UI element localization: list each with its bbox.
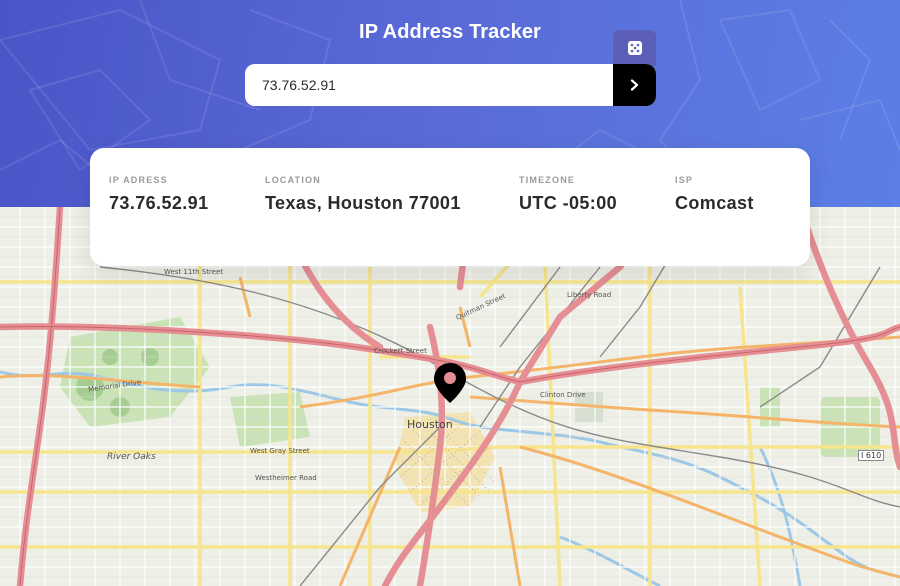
info-timezone: TIMEZONE UTC -05:00 bbox=[519, 175, 617, 214]
map-label-west-11th: West 11th Street bbox=[164, 268, 224, 276]
dice-icon bbox=[627, 41, 642, 55]
map-label-west-gray: West Gray Street bbox=[250, 447, 310, 455]
info-isp: ISP Comcast bbox=[675, 175, 754, 214]
info-value: Comcast bbox=[675, 193, 754, 213]
page-title: IP Address Tracker bbox=[359, 21, 541, 43]
info-location: LOCATION Texas, Houston 77001 bbox=[265, 175, 461, 214]
map-label-westheimer: Westheimer Road bbox=[255, 474, 317, 482]
ip-search-form bbox=[245, 64, 656, 106]
info-label: ISP bbox=[675, 175, 694, 185]
info-label: LOCATION bbox=[265, 175, 321, 185]
city-label: Houston bbox=[407, 418, 453, 431]
info-value: Texas, Houston 77001 bbox=[265, 193, 461, 213]
map-label-crockett: Crockett Street bbox=[374, 347, 427, 355]
info-ip-address: IP ADRESS 73.76.52.91 bbox=[109, 175, 209, 214]
map-label-clinton: Clinton Drive bbox=[540, 391, 586, 399]
chevron-right-icon bbox=[630, 79, 638, 91]
info-value: UTC -05:00 bbox=[519, 193, 618, 213]
map-label-river-oaks: River Oaks bbox=[107, 452, 156, 462]
map-label-i610: I 610 bbox=[858, 450, 885, 461]
search-submit-button[interactable] bbox=[613, 64, 656, 106]
random-ip-button[interactable] bbox=[613, 30, 656, 66]
map-label-liberty: Liberty Road bbox=[567, 291, 612, 299]
ip-info-card: IP ADRESS 73.76.52.91 LOCATION Texas, Ho… bbox=[90, 148, 810, 266]
ip-search-input[interactable] bbox=[245, 64, 613, 106]
info-value: 73.76.52.91 bbox=[109, 193, 209, 213]
info-label: IP ADRESS bbox=[109, 175, 168, 185]
location-pin-icon[interactable] bbox=[432, 362, 468, 404]
info-label: TIMEZONE bbox=[519, 175, 576, 185]
